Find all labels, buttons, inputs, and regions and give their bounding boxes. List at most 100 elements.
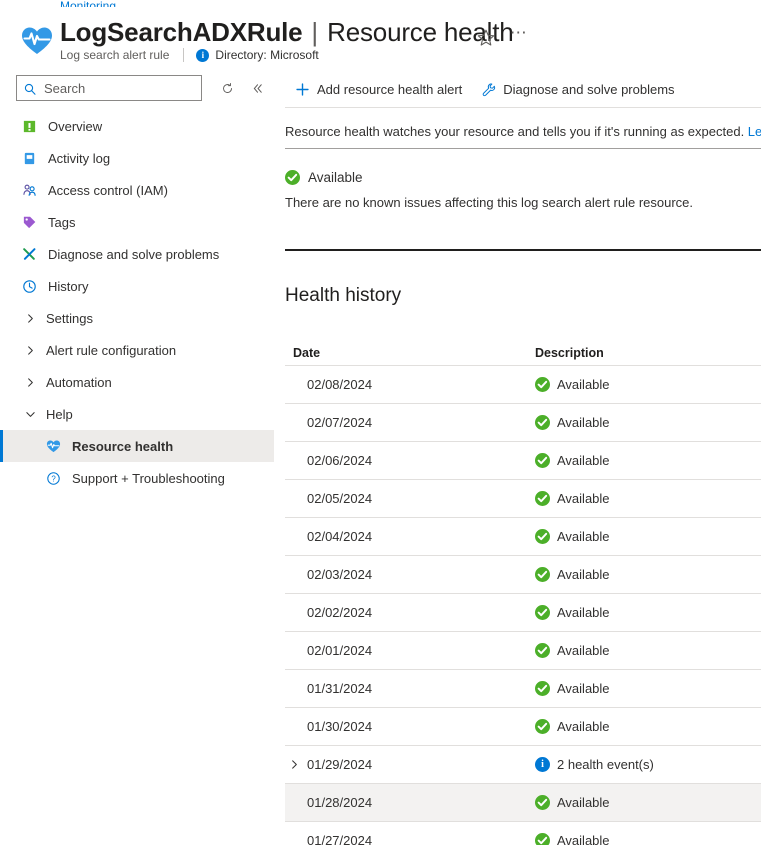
table-row[interactable]: 02/04/2024 Available [285,518,761,556]
row-status-text: Available [557,681,610,696]
sidebar-search-row [16,75,268,101]
plus-icon [294,82,310,98]
row-date: 01/27/2024 [307,833,373,845]
cell-description: Available [535,453,761,468]
add-resource-health-alert-label: Add resource health alert [317,82,463,97]
sidebar-group-settings[interactable]: Settings [0,302,274,334]
refresh-icon[interactable] [216,77,238,99]
search-box[interactable] [16,75,202,101]
sidebar-item-label: Automation [46,374,112,390]
sidebar-nav-list: Overview Activity log Access control (IA… [0,110,274,494]
blade-header: LogSearchADXRule | Resource health ⋯ Log… [0,12,761,68]
sidebar-group-alert-rule-configuration[interactable]: Alert rule configuration [0,334,274,366]
row-date: 01/28/2024 [307,795,373,810]
command-bar: Add resource health alert Diagnose and s… [274,72,761,107]
cell-date: 02/04/2024 [285,529,535,544]
diagnose-and-solve-problems-button[interactable]: Diagnose and solve problems [471,75,683,105]
cell-description: i 2 health event(s) [535,757,761,772]
learn-more-link[interactable]: Lea [748,124,761,139]
table-row[interactable]: 02/01/2024 Available [285,632,761,670]
health-history-title: Health history [285,285,402,306]
info-circle-icon: i [535,757,550,772]
table-row[interactable]: 02/07/2024 Available [285,404,761,442]
row-date: 02/07/2024 [307,415,373,430]
sidebar-item-label: Access control (IAM) [48,182,168,198]
sidebar: Overview Activity log [0,72,274,845]
row-status-text: Available [557,833,610,845]
row-date: 02/03/2024 [307,567,373,582]
table-row[interactable]: 01/28/2024 Available [285,784,761,822]
chevron-right-icon [22,377,38,388]
wrench-icon [480,82,496,98]
check-circle-icon [535,491,550,506]
table-row[interactable]: 02/08/2024 Available [285,366,761,404]
row-date: 02/06/2024 [307,453,373,468]
column-header-description[interactable]: Description [535,346,761,360]
sidebar-group-automation[interactable]: Automation [0,366,274,398]
star-icon[interactable] [476,28,496,48]
command-bar-divider [285,107,761,108]
status-description: There are no known issues affecting this… [285,195,694,210]
table-row[interactable]: 02/05/2024 Available [285,480,761,518]
row-status-text: Available [557,605,610,620]
cell-date: 02/02/2024 [285,605,535,620]
sidebar-item-resource-health[interactable]: Resource health [0,430,274,462]
sidebar-item-access-control[interactable]: Access control (IAM) [0,174,274,206]
row-date: 02/08/2024 [307,377,373,392]
cell-date: 02/05/2024 [285,491,535,506]
info-icon: i [196,48,210,62]
column-header-date[interactable]: Date [285,346,535,360]
check-circle-icon [535,605,550,620]
check-circle-icon [535,415,550,430]
check-circle-icon [535,529,550,544]
sidebar-item-history[interactable]: History [0,270,274,302]
sidebar-group-help[interactable]: Help [0,398,274,430]
sidebar-item-tags[interactable]: Tags [0,206,274,238]
row-date: 02/01/2024 [307,643,373,658]
table-row[interactable]: 01/29/2024 i 2 health event(s) [285,746,761,784]
table-row[interactable]: 02/06/2024 Available [285,442,761,480]
cell-date: 01/29/2024 [285,757,535,772]
sidebar-item-label: Tags [48,214,76,230]
sidebar-item-label: Diagnose and solve problems [48,246,220,262]
section-divider [285,249,761,251]
cell-description: Available [535,719,761,734]
table-row[interactable]: 01/27/2024 Available [285,822,761,845]
breadcrumb[interactable]: Monitoring [60,0,116,7]
cell-description: Available [535,529,761,544]
cell-date: 02/01/2024 [285,643,535,658]
search-input[interactable] [42,79,182,97]
add-resource-health-alert-button[interactable]: Add resource health alert [285,75,471,105]
table-row[interactable]: 01/30/2024 Available [285,708,761,746]
table-row[interactable]: 01/31/2024 Available [285,670,761,708]
notice-text: Resource health watches your resource an… [285,124,748,139]
sidebar-item-diagnose[interactable]: Diagnose and solve problems [0,238,274,270]
ellipsis-icon[interactable]: ⋯ [508,24,530,46]
current-health-status: Available [285,170,363,185]
subtitle-divider [183,48,185,62]
chevron-right-icon [22,345,38,356]
table-row[interactable]: 02/03/2024 Available [285,556,761,594]
sidebar-item-support-troubleshooting[interactable]: ? Support + Troubleshooting [0,462,274,494]
row-status-text: Available [557,529,610,544]
chevron-right-icon[interactable] [287,759,301,770]
notice-divider [285,148,761,149]
row-status-text: Available [557,719,610,734]
row-date: 02/04/2024 [307,529,373,544]
sidebar-item-overview[interactable]: Overview [0,110,274,142]
sidebar-item-label: Settings [46,310,93,326]
cell-description: Available [535,643,761,658]
cell-date: 02/07/2024 [285,415,535,430]
sidebar-item-activity-log[interactable]: Activity log [0,142,274,174]
row-status-text: Available [557,567,610,582]
cell-description: Available [535,681,761,696]
table-row[interactable]: 02/02/2024 Available [285,594,761,632]
chevron-double-left-icon[interactable] [246,77,268,99]
row-date: 01/30/2024 [307,719,373,734]
cell-date: 02/08/2024 [285,377,535,392]
diagnose-icon [20,245,38,263]
row-status-text: Available [557,643,610,658]
row-date: 01/29/2024 [307,757,373,772]
table-header-row: Date Description [285,340,761,366]
overview-icon [20,117,38,135]
